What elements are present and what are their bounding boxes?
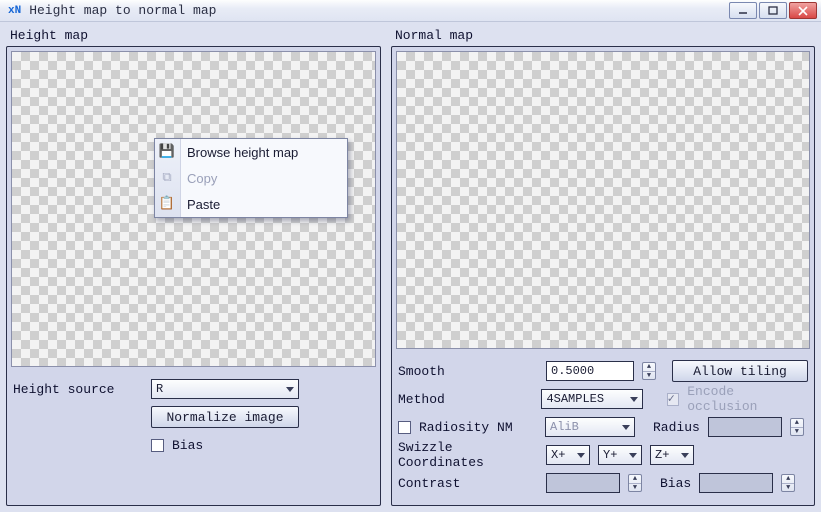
maximize-button[interactable] [759, 2, 787, 19]
radiosity-select: AliB [545, 417, 635, 437]
swizzle-z-select[interactable]: Z+ [650, 445, 694, 465]
swizzle-label: Swizzle Coordinates [398, 440, 538, 470]
contrast-input[interactable] [546, 473, 620, 493]
height-map-controls: Height source R Normalize image Bias [7, 367, 380, 505]
encode-occlusion-label: Encode occlusion [687, 384, 808, 414]
radius-spinner: ▲▼ [790, 418, 804, 436]
select-value: AliB [550, 420, 579, 434]
normalize-image-button[interactable]: Normalize image [151, 406, 299, 428]
context-menu-copy: ⧉ Copy [155, 165, 347, 191]
swizzle-y-select[interactable]: Y+ [598, 445, 642, 465]
context-menu-browse[interactable]: 💾 Browse height map [155, 139, 347, 165]
radiosity-checkbox[interactable] [398, 421, 411, 434]
button-label: Allow tiling [693, 364, 787, 379]
height-map-panel: 💾 Browse height map ⧉ Copy 📋 Paste Heigh… [6, 46, 381, 506]
swizzle-x-select[interactable]: X+ [546, 445, 590, 465]
chevron-up-icon: ▲ [782, 475, 794, 484]
encode-occlusion-checkbox [667, 393, 680, 406]
chevron-up-icon: ▲ [791, 419, 803, 428]
chevron-down-icon: ▼ [629, 484, 641, 492]
button-label: Normalize image [166, 410, 283, 425]
app-icon: xN [4, 5, 25, 17]
input-value: 0.5000 [551, 364, 594, 378]
context-menu-label: Copy [187, 171, 217, 186]
bias-label: Bias [172, 438, 203, 453]
bias-input[interactable] [699, 473, 773, 493]
normal-map-panel: Smooth 0.5000 ▲▼ Allow tiling Method 4SA… [391, 46, 815, 506]
save-disk-icon: 💾 [158, 142, 176, 160]
method-label: Method [398, 392, 533, 407]
height-map-panel-label: Height map [6, 28, 381, 46]
allow-tiling-button[interactable]: Allow tiling [672, 360, 808, 382]
minimize-button[interactable] [729, 2, 757, 19]
context-menu-paste[interactable]: 📋 Paste [155, 191, 347, 217]
minimize-icon [738, 7, 748, 15]
copy-icon: ⧉ [158, 168, 176, 186]
method-select[interactable]: 4SAMPLES [541, 389, 642, 409]
select-value: R [156, 382, 163, 396]
select-value: Z+ [655, 448, 669, 462]
height-source-select[interactable]: R [151, 379, 299, 399]
height-map-canvas[interactable]: 💾 Browse height map ⧉ Copy 📋 Paste [11, 51, 376, 367]
select-value: 4SAMPLES [546, 392, 604, 406]
chevron-down-icon: ▼ [782, 484, 794, 492]
radius-input [708, 417, 782, 437]
normal-map-controls: Smooth 0.5000 ▲▼ Allow tiling Method 4SA… [392, 349, 814, 505]
normal-map-canvas[interactable] [396, 51, 810, 349]
select-value: X+ [551, 448, 565, 462]
window-buttons [729, 2, 817, 19]
chevron-down-icon: ▼ [791, 428, 803, 436]
bias-spinner[interactable]: ▲▼ [781, 474, 795, 492]
window-title: Height map to normal map [25, 3, 220, 18]
normal-map-panel-label: Normal map [391, 28, 815, 46]
chevron-up-icon: ▲ [643, 363, 655, 372]
maximize-icon [768, 6, 778, 16]
radiosity-label: Radiosity NM [419, 420, 537, 435]
bias-label-right: Bias [660, 476, 691, 491]
smooth-spinner[interactable]: ▲▼ [642, 362, 656, 380]
context-menu-label: Paste [187, 197, 220, 212]
contrast-label: Contrast [398, 476, 538, 491]
context-menu-label: Browse height map [187, 145, 298, 160]
paste-icon: 📋 [158, 194, 176, 212]
radius-label: Radius [653, 420, 700, 435]
title-bar: xN Height map to normal map [0, 0, 821, 22]
content-area: Height map 💾 Browse height map ⧉ Copy 📋 [0, 22, 821, 512]
chevron-up-icon: ▲ [629, 475, 641, 484]
close-icon [798, 6, 808, 16]
smooth-label: Smooth [398, 364, 538, 379]
bias-checkbox[interactable] [151, 439, 164, 452]
height-source-label: Height source [13, 382, 143, 397]
close-button[interactable] [789, 2, 817, 19]
contrast-spinner[interactable]: ▲▼ [628, 474, 642, 492]
context-menu: 💾 Browse height map ⧉ Copy 📋 Paste [154, 138, 348, 218]
select-value: Y+ [603, 448, 617, 462]
smooth-input[interactable]: 0.5000 [546, 361, 634, 381]
chevron-down-icon: ▼ [643, 372, 655, 380]
